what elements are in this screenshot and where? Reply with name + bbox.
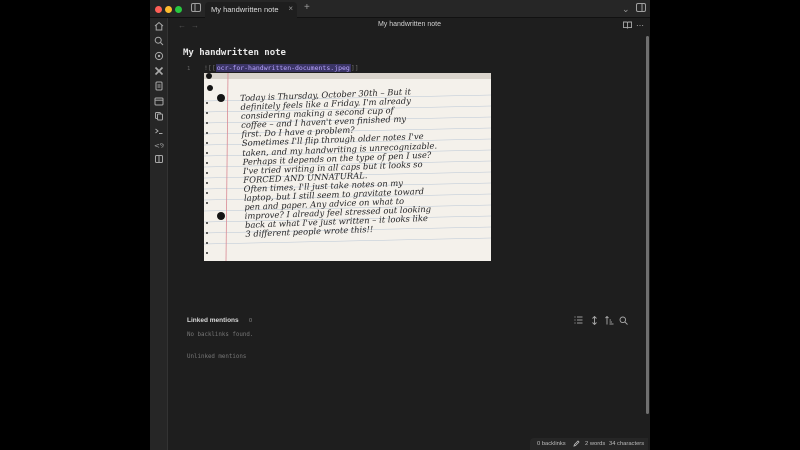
linked-mentions-heading[interactable]: Linked mentions [187, 317, 239, 324]
search-results-icon[interactable] [619, 316, 628, 327]
title-bar: My handwritten note × + ⌄ [150, 0, 650, 18]
unlinked-mentions-heading[interactable]: Unlinked mentions [187, 354, 246, 360]
word-count: 2 words [585, 441, 606, 447]
note-title[interactable]: My handwritten note [183, 48, 286, 58]
embed-link[interactable]: ![[ocr-for-handwritten-documents.jpeg]] [204, 64, 359, 72]
chevron-down-icon[interactable]: ⌄ [622, 3, 630, 15]
embed-filename[interactable]: ocr-for-handwritten-documents.jpeg [215, 64, 351, 72]
maximize-window-button[interactable] [175, 6, 182, 13]
view-header: ← → My handwritten note ⋯ [169, 18, 650, 35]
files-icon[interactable] [153, 81, 165, 93]
embed-close-brackets: ]] [350, 64, 359, 72]
minimize-window-button[interactable] [165, 6, 172, 13]
terminal-icon[interactable] [153, 126, 165, 138]
plugin-icon[interactable] [153, 66, 165, 78]
copy-icon[interactable] [153, 111, 165, 123]
close-window-button[interactable] [155, 6, 162, 13]
search-icon[interactable] [153, 36, 165, 48]
embedded-handwritten-image[interactable]: Today is Thursday, October 30th – But it… [204, 73, 491, 261]
right-sidebar-toggle-icon[interactable] [636, 3, 646, 15]
calendar-icon[interactable] [153, 96, 165, 108]
collapse-results-icon[interactable] [590, 315, 599, 327]
percent-icon[interactable]: <% [153, 140, 167, 152]
edit-pencil-icon[interactable] [573, 440, 580, 449]
left-ribbon: <% [150, 18, 168, 450]
embed-open-brackets: ![[ [204, 64, 216, 72]
tab-my-handwritten-note[interactable]: My handwritten note × [205, 2, 297, 18]
new-tab-button[interactable]: + [304, 2, 310, 14]
view-title[interactable]: My handwritten note [169, 21, 650, 28]
line-number: 1 [187, 66, 191, 72]
app-window: My handwritten note × + ⌄ < ← → My handw… [150, 0, 650, 450]
handwritten-text: Today is Thursday, October 30th – But it… [240, 86, 440, 240]
scrollbar[interactable] [646, 36, 649, 414]
no-backlinks-message: No backlinks found. [187, 332, 254, 338]
sort-icon[interactable] [605, 315, 614, 327]
more-options-icon[interactable]: ⋯ [636, 21, 644, 30]
sidebar-toggle-icon[interactable] [191, 3, 201, 15]
status-bar: 0 backlinks 2 words 34 characters [530, 438, 648, 450]
graph-icon[interactable] [153, 51, 165, 63]
book-icon[interactable] [153, 154, 165, 166]
reading-mode-icon[interactable] [623, 21, 632, 31]
backlinks-count[interactable]: 0 backlinks [537, 441, 566, 447]
tab-label: My handwritten note [211, 5, 279, 14]
tab-close-icon[interactable]: × [288, 4, 293, 13]
character-count: 34 characters [609, 441, 645, 447]
linked-mentions-count: 0 [249, 318, 253, 324]
svg-text:<%: <% [154, 142, 164, 150]
list-view-icon[interactable] [574, 316, 583, 326]
home-icon[interactable] [153, 21, 165, 33]
